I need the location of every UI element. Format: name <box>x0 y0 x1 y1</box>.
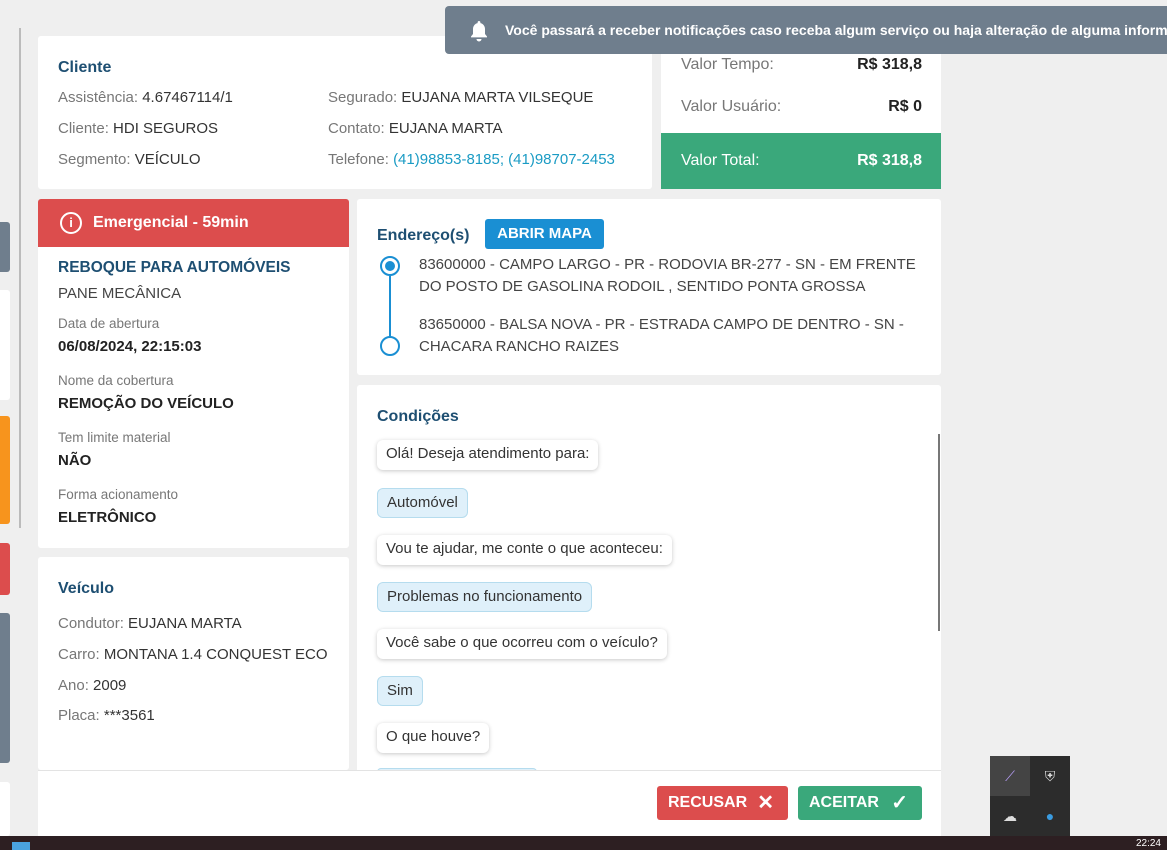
aceitar-button[interactable]: ACEITAR ✓ <box>798 786 922 820</box>
info-icon: i <box>60 212 82 234</box>
side-tab-2[interactable] <box>0 290 10 400</box>
chat-message-bot: Vou te ajudar, me conte o que aconteceu: <box>377 535 672 565</box>
destination-marker-icon <box>380 336 400 356</box>
chat-scrollbar[interactable] <box>938 434 940 631</box>
contato-row: Contato: EUJANA MARTA <box>328 120 503 137</box>
toast-message: Você passará a receber notificações caso… <box>505 22 1167 38</box>
assistencia-row: Assistência: 4.67467114/1 <box>58 89 233 106</box>
chat-message-bot: Você sabe o que ocorreu com o veículo? <box>377 629 667 659</box>
enderecos-heading: Endereço(s) <box>377 227 470 244</box>
limite-label: Tem limite material <box>58 430 171 445</box>
cobertura-value: REMOÇÃO DO VEÍCULO <box>58 395 234 412</box>
close-icon: ✕ <box>757 792 774 814</box>
cliente-row: Cliente: HDI SEGUROS <box>58 120 219 137</box>
system-tray-popup: ⟋ ⛨ ☁ ● <box>990 756 1070 836</box>
valor-tempo-row: Valor Tempo: R$ 318,8 <box>681 56 922 73</box>
telefone-row: Telefone: (41)98853-8185; (41)98707-2453 <box>328 151 615 168</box>
valor-usuario-row: Valor Usuário: R$ 0 <box>681 98 922 115</box>
servico-motivo: PANE MECÂNICA <box>58 285 182 302</box>
side-tab-6[interactable] <box>0 782 10 836</box>
valor-total-row: Valor Total: R$ 318,8 <box>661 133 941 189</box>
endereco-destino: 83650000 - BALSA NOVA - PR - ESTRADA CAM… <box>419 316 904 355</box>
cobertura-label: Nome da cobertura <box>58 373 174 388</box>
servico-tipo: REBOQUE PARA AUTOMÓVEIS <box>58 259 291 276</box>
shield-icon[interactable]: ⛨ <box>1030 756 1070 796</box>
veiculo-card: Veículo Condutor: EUJANA MARTA Carro: MO… <box>38 557 349 770</box>
forma-value: ELETRÔNICO <box>58 509 157 526</box>
cliente-heading: Cliente <box>58 59 112 76</box>
taskbar-clock: 22:24 <box>1135 838 1161 849</box>
veiculo-heading: Veículo <box>58 580 115 597</box>
side-tab-1[interactable] <box>0 222 10 272</box>
chat-message-user: Sim <box>377 676 423 706</box>
cliente-card: Cliente Assistência: 4.67467114/1 Client… <box>38 36 652 189</box>
condicoes-heading: Condições <box>377 408 459 425</box>
abertura-value: 06/08/2024, 22:15:03 <box>58 338 202 355</box>
abertura-label: Data de abertura <box>58 316 160 331</box>
chat-message-user: Automóvel <box>377 488 468 518</box>
bell-icon <box>471 21 487 42</box>
telefone-link[interactable]: (41)98853-8185; (41)98707-2453 <box>393 151 615 168</box>
servico-card: REBOQUE PARA AUTOMÓVEIS PANE MECÂNICA Da… <box>38 247 349 548</box>
taskbar <box>0 836 1167 850</box>
chat-message-bot: Olá! Deseja atendimento para: <box>377 440 599 470</box>
condutor-row: Condutor: EUJANA MARTA <box>58 615 242 632</box>
placa-row: Placa: ***3561 <box>58 707 155 724</box>
ano-row: Ano: 2009 <box>58 677 127 694</box>
check-icon: ✓ <box>891 792 908 814</box>
emergency-badge: i Emergencial - 59min <box>38 199 349 247</box>
recusar-button[interactable]: RECUSAR ✕ <box>657 786 788 820</box>
segmento-row: Segmento: VEÍCULO <box>58 151 201 168</box>
left-divider <box>19 28 21 528</box>
side-tab-4[interactable] <box>0 543 10 595</box>
route-line <box>389 276 391 340</box>
carro-row: Carro: MONTANA 1.4 CONQUEST ECO <box>58 646 328 663</box>
notification-toast: Você passará a receber notificações caso… <box>445 6 1167 54</box>
limite-value: NÃO <box>58 452 92 469</box>
chat-message-bot: O que houve? <box>377 723 490 753</box>
side-tab-5[interactable] <box>0 613 10 763</box>
forma-label: Forma acionamento <box>58 487 179 502</box>
chat-message-user: Problemas no funcionamento <box>377 582 593 612</box>
origin-marker-icon <box>380 256 400 276</box>
cloud-off-icon[interactable]: ☁ <box>990 796 1030 836</box>
pen-icon[interactable]: ⟋ <box>990 756 1030 796</box>
edge-icon[interactable]: ● <box>1030 796 1070 836</box>
open-map-button[interactable]: ABRIR MAPA <box>485 219 604 249</box>
segurado-row: Segurado: EUJANA MARTA VILSEQUE <box>328 89 594 106</box>
start-icon[interactable] <box>12 842 30 850</box>
endereco-origem: 83600000 - CAMPO LARGO - PR - RODOVIA BR… <box>419 256 916 295</box>
side-tab-3[interactable] <box>0 416 10 524</box>
